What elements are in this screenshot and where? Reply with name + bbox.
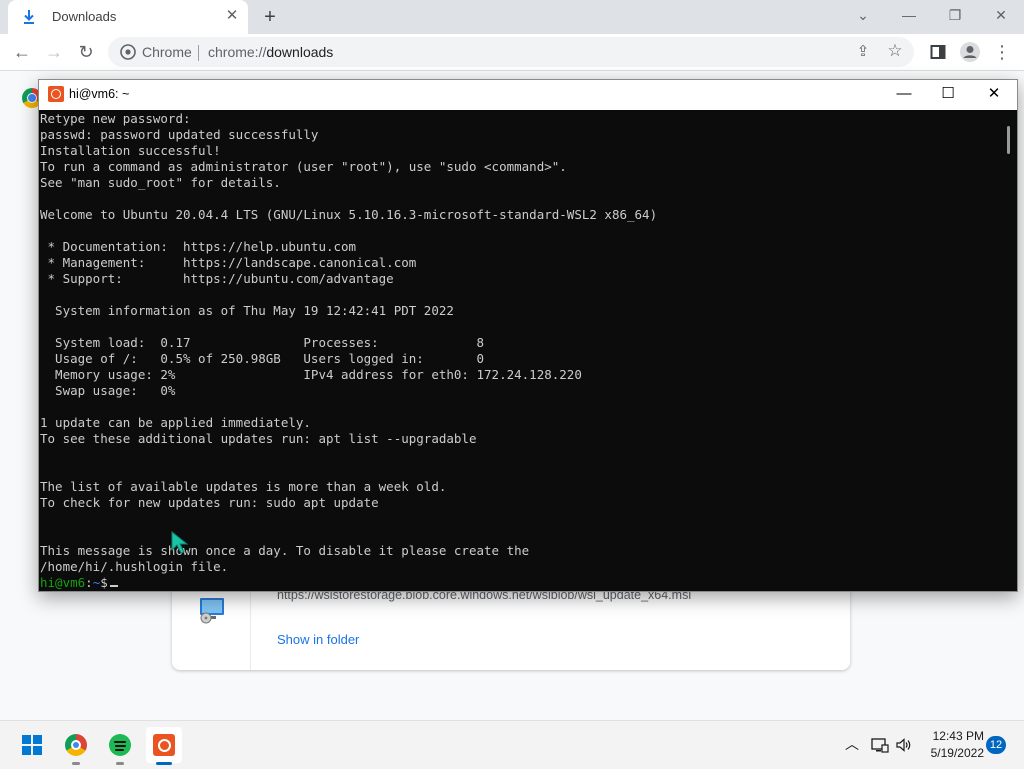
terminal-line: /home/hi/.hushlogin file. (40, 559, 229, 574)
chrome-icon (65, 734, 87, 756)
terminal-line: Usage of /: 0.5% of 250.98GB Users logge… (40, 351, 485, 366)
download-icon (24, 10, 34, 24)
running-indicator (72, 762, 80, 765)
text-cursor (109, 585, 118, 587)
clock-time[interactable]: 12:43 PM (918, 729, 984, 743)
back-icon[interactable]: ← (8, 38, 36, 66)
address-bar[interactable]: Chrome chrome://downloads ⇪ ☆ (108, 37, 914, 67)
terminal-scrollbar[interactable] (1000, 110, 1017, 591)
terminal-line: To run a command as administrator (user … (40, 159, 567, 174)
terminal-line: passwd: password updated successfully (40, 127, 319, 142)
share-icon[interactable]: ⇪ (854, 43, 872, 61)
minimize-icon[interactable]: — (881, 80, 927, 110)
terminal-line: The list of available updates is more th… (40, 479, 447, 494)
forward-icon[interactable]: → (40, 38, 68, 66)
notification-badge[interactable]: 12 (986, 736, 1006, 754)
clock-date[interactable]: 5/19/2022 (918, 746, 984, 760)
browser-tabstrip: Downloads ✕ + ⌄ — ❐ ✕ (0, 0, 1024, 34)
url-text: chrome://downloads (208, 44, 333, 60)
tab-title: Downloads (52, 9, 117, 24)
taskbar-spotify[interactable] (102, 727, 138, 765)
terminal-line: Retype new password: (40, 111, 191, 126)
terminal-title: hi@vm6: ~ (69, 87, 130, 101)
chrome-site-icon (120, 44, 136, 60)
spotify-icon (109, 734, 131, 756)
windows-logo-icon (22, 735, 42, 755)
tab-close-icon[interactable]: ✕ (224, 8, 240, 24)
show-in-folder-link[interactable]: Show in folder (277, 632, 359, 647)
running-indicator (116, 762, 124, 765)
profile-avatar-icon[interactable] (956, 38, 984, 66)
start-button[interactable] (14, 727, 50, 763)
taskbar-chrome[interactable] (58, 727, 94, 765)
ubuntu-icon (48, 86, 64, 102)
terminal-line: To check for new updates run: sudo apt u… (40, 495, 379, 510)
scrollbar-thumb[interactable] (1007, 126, 1010, 154)
omnibox-divider (198, 45, 199, 61)
restore-browser-icon[interactable]: ❐ (942, 5, 968, 25)
terminal-line: 1 update can be applied immediately. (40, 415, 311, 430)
terminal-line: System load: 0.17 Processes: 8 (40, 335, 485, 350)
terminal-line: Installation successful! (40, 143, 221, 158)
terminal-line: * Management: https://landscape.canonica… (40, 255, 417, 270)
terminal-line: System information as of Thu May 19 12:4… (40, 303, 454, 318)
terminal-line: To see these additional updates run: apt… (40, 431, 477, 446)
url-scheme: chrome:// (208, 44, 267, 60)
volume-icon[interactable] (894, 733, 914, 755)
tab-downloads[interactable]: Downloads ✕ (8, 0, 248, 34)
installer-file-icon (200, 598, 224, 624)
show-hidden-icons-chevron-icon[interactable]: ︿ (842, 733, 862, 755)
prompt-user-host: hi@vm6 (40, 575, 86, 590)
side-panel-icon[interactable] (924, 38, 952, 66)
ubuntu-app-icon (153, 734, 175, 756)
terminal-line: * Support: https://ubuntu.com/advantage (40, 271, 394, 286)
terminal-prompt[interactable]: hi@vm6:~$ (40, 575, 118, 591)
terminal-line: * Documentation: https://help.ubuntu.com (40, 239, 357, 254)
bookmark-star-icon[interactable]: ☆ (886, 42, 904, 60)
maximize-icon[interactable]: ☐ (925, 80, 971, 110)
menu-kebab-icon[interactable]: ⋮ (988, 38, 1016, 66)
terminal-line: This message is shown once a day. To dis… (40, 543, 530, 558)
tab-search-icon[interactable]: ⌄ (850, 5, 876, 25)
terminal-line: Swap usage: 0% (40, 383, 176, 398)
reload-icon[interactable]: ↻ (72, 38, 100, 66)
active-indicator (156, 762, 172, 765)
close-browser-icon[interactable]: ✕ (988, 5, 1014, 25)
terminal-titlebar[interactable]: hi@vm6: ~ — ☐ ✕ (39, 80, 1017, 110)
new-tab-button[interactable]: + (258, 6, 282, 28)
terminal-output[interactable]: Retype new password: passwd: password upd… (39, 110, 999, 591)
network-icon[interactable] (870, 733, 890, 755)
terminal-line: Welcome to Ubuntu 20.04.4 LTS (GNU/Linux… (40, 207, 658, 222)
url-path: downloads (266, 44, 334, 60)
terminal-window: hi@vm6: ~ — ☐ ✕ Retype new password: pass… (38, 79, 1018, 592)
prompt-symbol: $ (100, 575, 108, 590)
minimize-browser-icon[interactable]: — (896, 5, 922, 25)
browser-toolbar: ← → ↻ Chrome chrome://downloads ⇪ ☆ ⋮ (0, 34, 1024, 71)
terminal-line: See "man sudo_root" for details. (40, 175, 281, 190)
mouse-pointer-icon (171, 531, 189, 554)
terminal-line: Memory usage: 2% IPv4 address for eth0: … (40, 367, 582, 382)
site-name: Chrome (142, 44, 192, 60)
prompt-separator: : (85, 575, 93, 590)
taskbar-ubuntu[interactable] (146, 727, 182, 765)
taskbar: ︿ 12:43 PM 5/19/2022 12 (0, 720, 1024, 769)
close-icon[interactable]: ✕ (971, 80, 1017, 110)
